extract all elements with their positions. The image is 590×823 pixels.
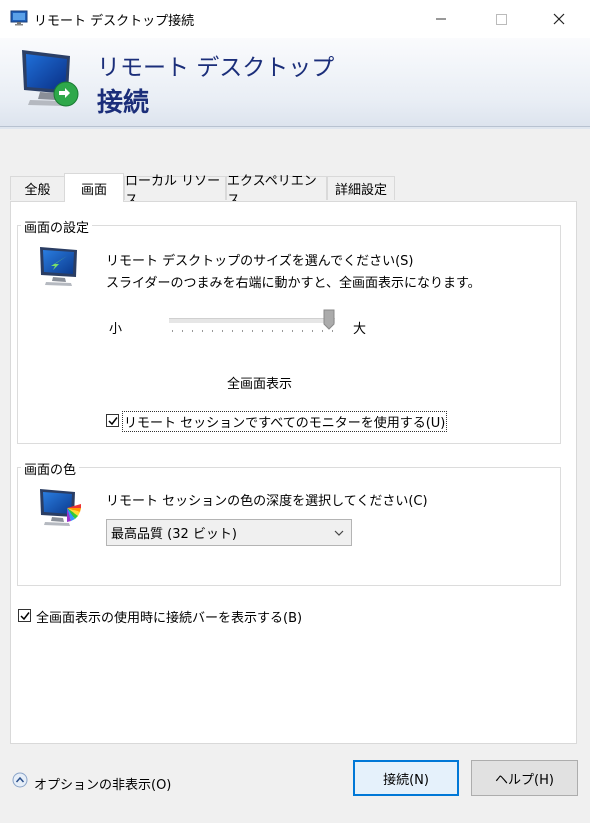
tab-display[interactable]: 画面 <box>64 173 124 202</box>
use-all-monitors-checkbox[interactable] <box>106 414 119 427</box>
maximize-icon <box>495 13 507 25</box>
slider-min-label: 小 <box>109 322 123 337</box>
color-depth-monitor-icon <box>40 489 81 526</box>
connection-bar-label[interactable]: 全画面表示の使用時に接続バーを表示する(B) <box>36 607 302 626</box>
checkmark-icon <box>19 611 30 620</box>
chevron-down-icon <box>334 530 344 536</box>
minimize-button[interactable] <box>418 0 464 38</box>
remote-desktop-monitor-icon <box>22 50 79 107</box>
window-title: リモート デスクトップ接続 <box>34 14 195 29</box>
display-slider-hint: スライダーのつまみを右端に動かすと、全画面表示になります。 <box>106 276 481 291</box>
use-all-monitors-label[interactable]: リモート セッションですべてのモニターを使用する(U) <box>122 411 448 432</box>
display-size-slider-thumb[interactable] <box>323 309 335 330</box>
connect-button[interactable]: 接続(N) <box>353 760 459 796</box>
display-size-value: 全画面表示 <box>227 377 293 392</box>
hide-options-link[interactable]: オプションの非表示(O) <box>34 774 171 793</box>
color-depth-select[interactable]: 最高品質 (32 ビット) <box>106 519 352 546</box>
banner-title: リモート デスクトップ <box>97 55 335 81</box>
close-icon <box>553 13 565 25</box>
slider-max-label: 大 <box>353 322 367 337</box>
display-monitor-icon <box>40 247 77 286</box>
minimize-icon <box>436 18 446 20</box>
maximize-button[interactable] <box>478 0 524 38</box>
tab-local-resources[interactable]: ローカル リソース <box>124 174 226 208</box>
tab-general[interactable]: 全般 <box>10 176 65 200</box>
remote-desktop-app-icon <box>10 10 28 26</box>
slider-ticks <box>172 330 333 332</box>
tab-advanced[interactable]: 詳細設定 <box>327 176 395 200</box>
tab-experience[interactable]: エクスペリエンス <box>226 174 327 208</box>
banner-divider-shadow <box>0 127 590 129</box>
display-size-instruction: リモート デスクトップのサイズを選んでください(S) <box>106 254 414 269</box>
colors-legend: 画面の色 <box>21 459 80 478</box>
connection-bar-checkbox[interactable] <box>18 609 31 622</box>
color-depth-instruction: リモート セッションの色の深度を選択してください(C) <box>106 494 428 509</box>
color-depth-selected-value: 最高品質 (32 ビット) <box>111 527 237 542</box>
help-button[interactable]: ヘルプ(H) <box>471 760 578 796</box>
display-size-slider-track[interactable] <box>169 318 335 323</box>
display-settings-legend: 画面の設定 <box>21 217 93 236</box>
banner-subtitle: 接続 <box>97 88 150 118</box>
close-button[interactable] <box>536 0 582 38</box>
collapse-options-icon[interactable] <box>12 772 28 788</box>
checkmark-icon <box>107 416 118 425</box>
